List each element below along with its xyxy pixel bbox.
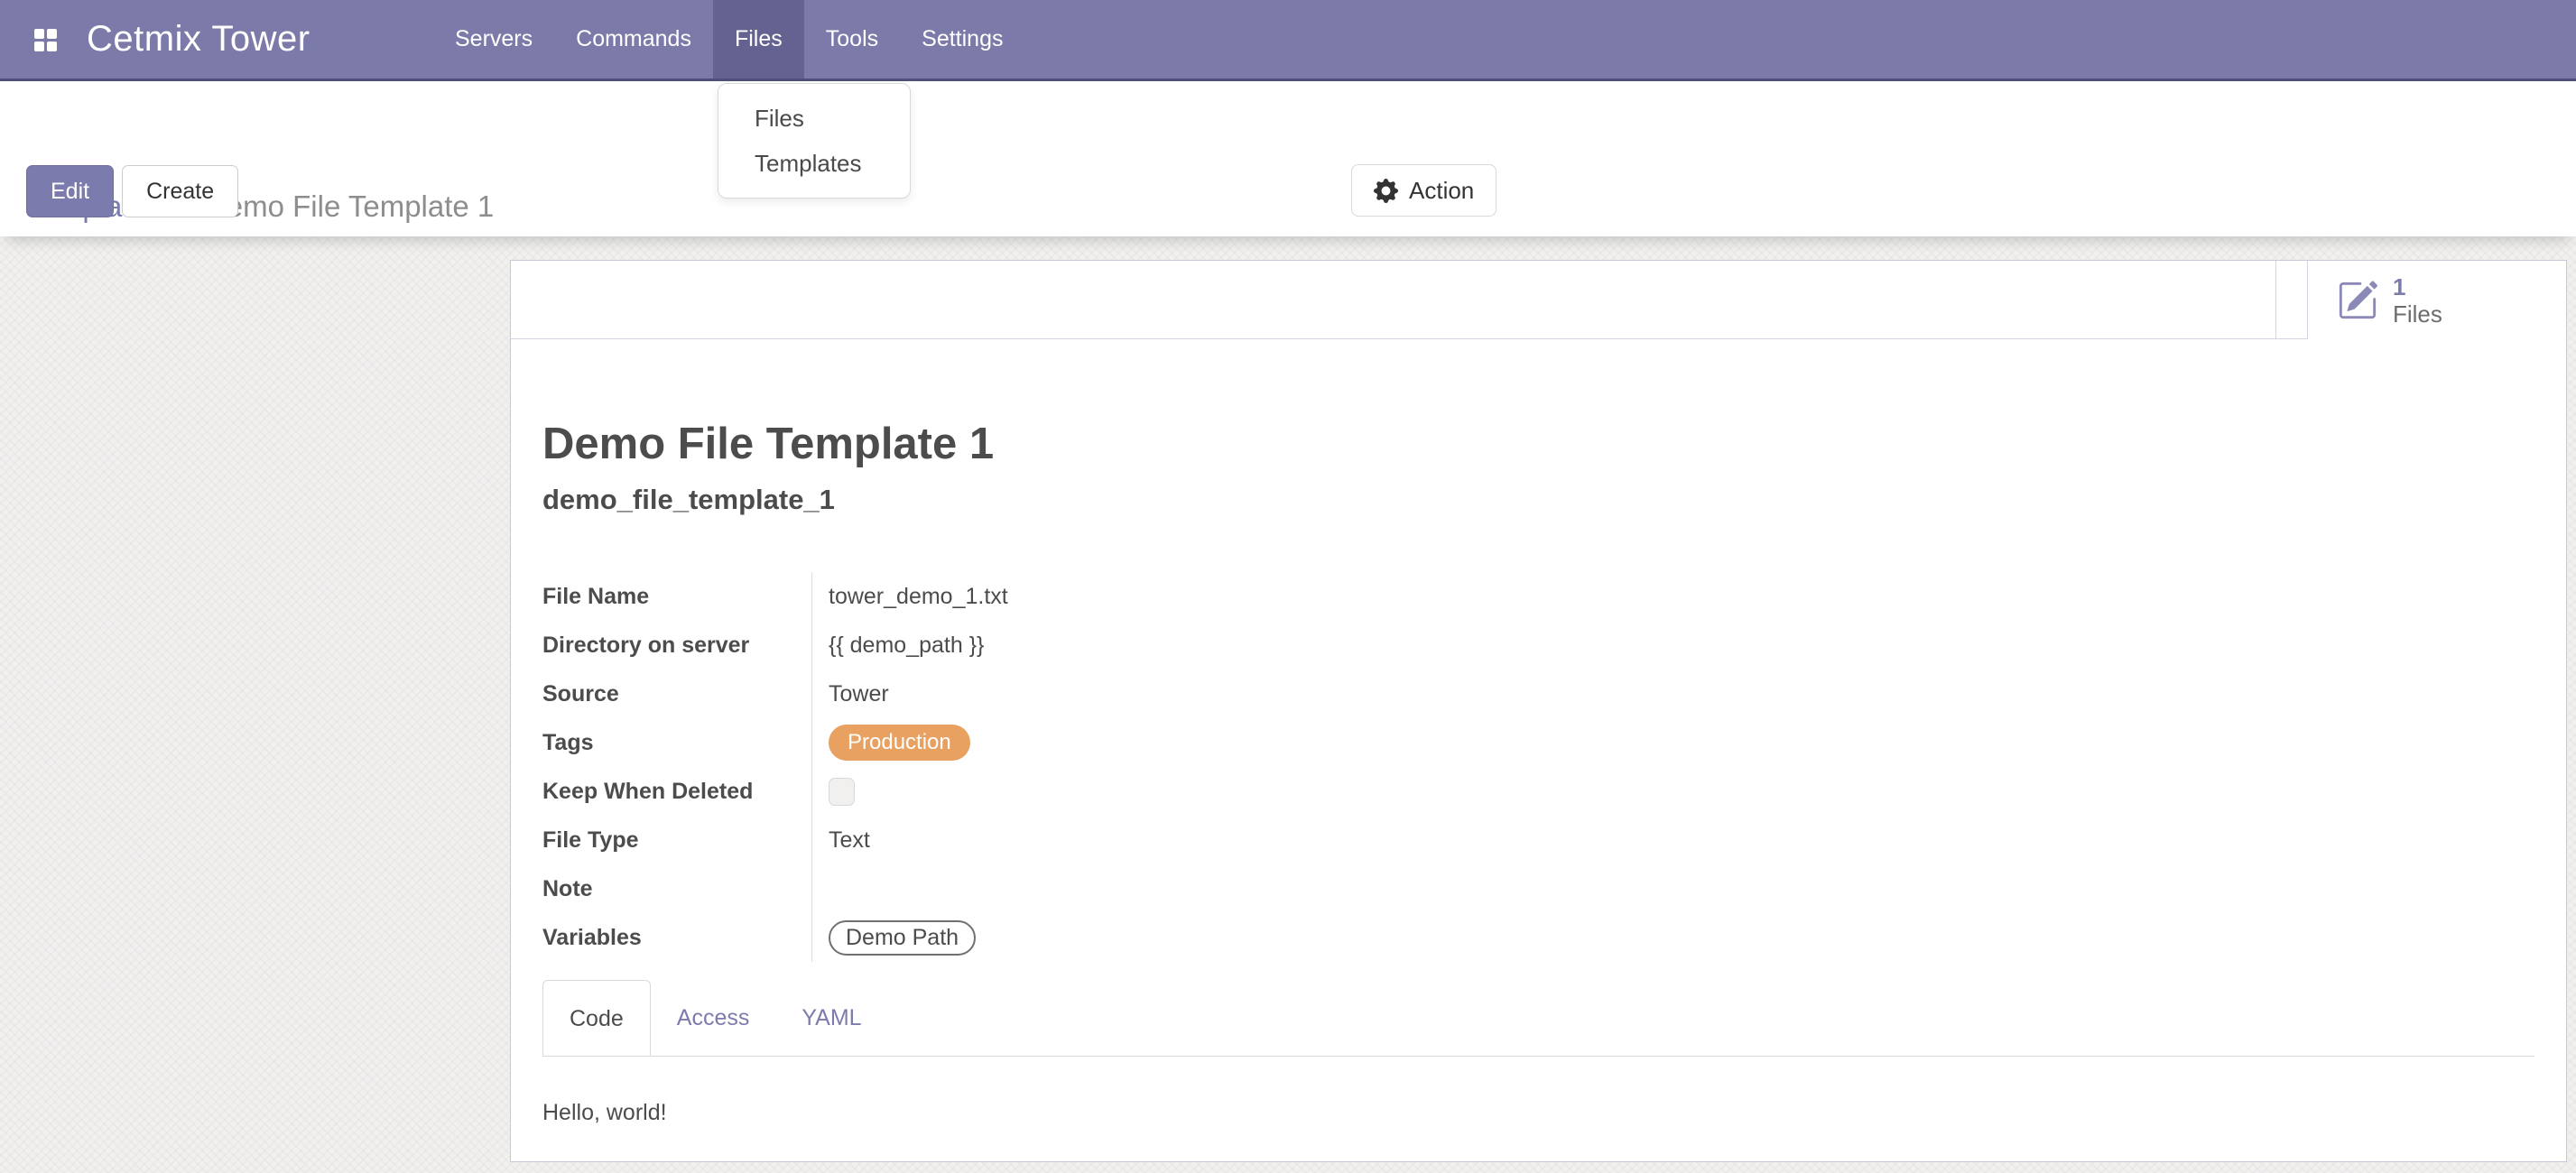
button-box-divider [2275, 261, 2307, 339]
stat-label: Files [2393, 300, 2442, 328]
field-value: Production [811, 718, 2534, 767]
record-title: Demo File Template 1 [542, 419, 2534, 469]
field-row-directory: Directory on server {{ demo_path }} [542, 621, 2534, 670]
field-row-note: Note [542, 864, 2534, 913]
form-status-strip: 1 Files [511, 261, 2566, 339]
gear-icon [1374, 179, 1398, 203]
create-button[interactable]: Create [122, 165, 238, 217]
files-stat-button[interactable]: 1 Files [2307, 261, 2566, 339]
breadcrumb-current: Demo File Template 1 [205, 189, 494, 223]
app-window: Cetmix Tower Servers Commands Files Tool… [0, 0, 2576, 1173]
pencil-square-icon [2337, 280, 2378, 321]
field-value: {{ demo_path }} [811, 621, 2534, 670]
variable-pill-demo-path[interactable]: Demo Path [829, 920, 976, 956]
apps-grid-icon[interactable] [34, 29, 56, 51]
files-dropdown-menu: Files Templates [718, 83, 911, 199]
field-label: Tags [542, 718, 811, 767]
field-row-file-type: File Type Text [542, 816, 2534, 864]
field-label: File Name [542, 572, 811, 621]
code-tab-content: Hello, world! [542, 1057, 2534, 1126]
field-label: Note [542, 864, 811, 913]
field-row-keep-when-deleted: Keep When Deleted [542, 767, 2534, 816]
field-row-variables: Variables Demo Path [542, 913, 2534, 962]
notebook-tabs: Code Access YAML [542, 980, 2534, 1057]
action-button[interactable]: Action [1351, 164, 1496, 217]
tab-access[interactable]: Access [651, 980, 776, 1056]
menu-item-files[interactable]: Files [718, 96, 910, 141]
tab-yaml[interactable]: YAML [775, 980, 887, 1056]
edit-button[interactable]: Edit [26, 165, 114, 217]
form-sheet: Demo File Template 1 demo_file_template_… [511, 419, 2566, 1126]
top-navbar: Cetmix Tower Servers Commands Files Tool… [0, 0, 2576, 81]
field-value [811, 864, 2534, 913]
action-button-label: Action [1409, 177, 1474, 205]
tab-code[interactable]: Code [542, 980, 651, 1056]
field-value: tower_demo_1.txt [811, 572, 2534, 621]
form-background: 1 Files Demo File Template 1 demo_file_t… [0, 236, 2576, 1173]
field-value: Tower [811, 670, 2534, 718]
nav-item-tools[interactable]: Tools [804, 0, 900, 79]
field-label: Source [542, 670, 811, 718]
nav-item-commands[interactable]: Commands [554, 0, 713, 79]
form-buttons: Edit Create [26, 165, 238, 217]
nav-item-settings[interactable]: Settings [900, 0, 1024, 79]
tag-badge-production[interactable]: Production [829, 725, 970, 761]
stat-text: 1 Files [2393, 273, 2442, 328]
field-label: Keep When Deleted [542, 767, 811, 816]
menu-item-templates[interactable]: Templates [718, 141, 910, 186]
field-value: Demo Path [811, 913, 2534, 962]
stat-count: 1 [2393, 273, 2442, 300]
fields-table: File Name tower_demo_1.txt Directory on … [542, 572, 2534, 962]
field-row-file-name: File Name tower_demo_1.txt [542, 572, 2534, 621]
main-menu: Servers Commands Files Tools Settings [433, 0, 1024, 79]
record-technical-name: demo_file_template_1 [542, 484, 2534, 516]
app-brand-title[interactable]: Cetmix Tower [87, 0, 310, 79]
field-label: Directory on server [542, 621, 811, 670]
field-label: File Type [542, 816, 811, 864]
field-value [811, 767, 2534, 816]
field-row-tags: Tags Production [542, 718, 2534, 767]
field-value: Text [811, 816, 2534, 864]
keep-when-deleted-checkbox[interactable] [829, 778, 855, 806]
nav-item-servers[interactable]: Servers [433, 0, 554, 79]
control-panel: Templates / Demo File Template 1 Edit Cr… [0, 81, 2576, 236]
field-row-source: Source Tower [542, 670, 2534, 718]
stat-button-box: 1 Files [2275, 261, 2566, 339]
form-sheet-card: 1 Files Demo File Template 1 demo_file_t… [510, 260, 2567, 1162]
nav-item-files[interactable]: Files [713, 0, 804, 79]
field-label: Variables [542, 913, 811, 962]
